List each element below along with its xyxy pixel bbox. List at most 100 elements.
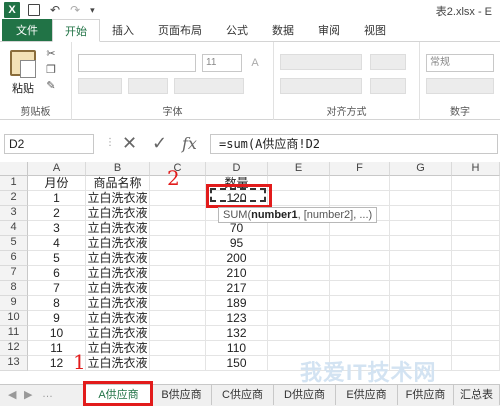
cell-e12[interactable] xyxy=(268,341,330,356)
cell-h2[interactable] xyxy=(452,191,500,206)
redo-icon[interactable]: ↷ xyxy=(70,3,80,17)
vertical-align-buttons[interactable] xyxy=(280,54,362,70)
sheet-tab-d[interactable]: D供应商 xyxy=(274,385,336,405)
cell-a10[interactable]: 9 xyxy=(28,311,86,326)
cell-b1[interactable]: 商品名称 xyxy=(86,176,150,191)
cell-g6[interactable] xyxy=(390,251,452,266)
column-header-h[interactable]: H xyxy=(452,162,500,176)
cell-e7[interactable] xyxy=(268,266,330,281)
cell-c13[interactable] xyxy=(150,356,206,371)
cell-e8[interactable] xyxy=(268,281,330,296)
cancel-icon[interactable]: ✕ xyxy=(122,133,137,154)
cell-e4[interactable] xyxy=(268,221,330,236)
row-header[interactable]: 13 xyxy=(0,356,28,371)
cell-a1[interactable]: 月份 xyxy=(28,176,86,191)
cell-e2[interactable] xyxy=(268,191,330,206)
cell-d10[interactable]: 123 xyxy=(206,311,268,326)
paste-icon[interactable] xyxy=(10,50,36,78)
tab-home[interactable]: 开始 xyxy=(52,19,100,42)
cell-b12[interactable]: 立白洗衣液 xyxy=(86,341,150,356)
tab-page-layout[interactable]: 页面布局 xyxy=(146,19,214,41)
cell-f1[interactable] xyxy=(330,176,390,191)
select-all-corner[interactable] xyxy=(0,162,28,176)
row-header[interactable]: 2 xyxy=(0,191,28,206)
cell-a7[interactable]: 6 xyxy=(28,266,86,281)
row-header[interactable]: 1 xyxy=(0,176,28,191)
tab-review[interactable]: 审阅 xyxy=(306,19,352,41)
cell-f2[interactable] xyxy=(330,191,390,206)
cell-d13[interactable]: 150 xyxy=(206,356,268,371)
function-tooltip[interactable]: SUM(number1, [number2], ...) xyxy=(218,207,378,223)
cell-f10[interactable] xyxy=(330,311,390,326)
cell-h10[interactable] xyxy=(452,311,500,326)
cell-h7[interactable] xyxy=(452,266,500,281)
cell-g10[interactable] xyxy=(390,311,452,326)
cell-d6[interactable]: 200 xyxy=(206,251,268,266)
cell-f6[interactable] xyxy=(330,251,390,266)
cell-d5[interactable]: 95 xyxy=(206,236,268,251)
column-header-f[interactable]: F xyxy=(330,162,390,176)
tab-view[interactable]: 视图 xyxy=(352,19,398,41)
cut-icon[interactable]: ✂ xyxy=(44,48,58,60)
cell-h1[interactable] xyxy=(452,176,500,191)
customize-qat-icon[interactable]: ▾ xyxy=(90,5,95,16)
cell-h3[interactable] xyxy=(452,206,500,221)
cell-d9[interactable]: 189 xyxy=(206,296,268,311)
sheet-tab-f[interactable]: F供应商 xyxy=(398,385,454,405)
cell-e1[interactable] xyxy=(268,176,330,191)
bold-italic-underline[interactable] xyxy=(78,78,122,94)
cell-b4[interactable]: 立白洗衣液 xyxy=(86,221,150,236)
cell-d7[interactable]: 210 xyxy=(206,266,268,281)
cell-c10[interactable] xyxy=(150,311,206,326)
formula-input[interactable]: =sum(A供应商!D2 xyxy=(210,134,498,154)
row-header[interactable]: 11 xyxy=(0,326,28,341)
cell-c3[interactable] xyxy=(150,206,206,221)
row-header[interactable]: 12 xyxy=(0,341,28,356)
cell-c7[interactable] xyxy=(150,266,206,281)
row-header[interactable]: 5 xyxy=(0,236,28,251)
cell-a8[interactable]: 7 xyxy=(28,281,86,296)
save-icon[interactable] xyxy=(28,4,40,16)
insert-function-icon[interactable]: fx xyxy=(182,134,197,153)
cell-c9[interactable] xyxy=(150,296,206,311)
sheet-nav-prev-icon[interactable]: ◀ xyxy=(8,388,16,401)
row-header[interactable]: 6 xyxy=(0,251,28,266)
cell-c6[interactable] xyxy=(150,251,206,266)
cell-f5[interactable] xyxy=(330,236,390,251)
tab-insert[interactable]: 插入 xyxy=(100,19,146,41)
cell-b5[interactable]: 立白洗衣液 xyxy=(86,236,150,251)
cell-g12[interactable] xyxy=(390,341,452,356)
font-size-combo[interactable]: 11 xyxy=(202,54,242,72)
cell-h11[interactable] xyxy=(452,326,500,341)
cell-h12[interactable] xyxy=(452,341,500,356)
column-header-d[interactable]: D xyxy=(206,162,268,176)
tab-formulas[interactable]: 公式 xyxy=(214,19,260,41)
cell-e10[interactable] xyxy=(268,311,330,326)
cell-b9[interactable]: 立白洗衣液 xyxy=(86,296,150,311)
merge-button[interactable] xyxy=(370,78,406,94)
cell-f8[interactable] xyxy=(330,281,390,296)
column-header-e[interactable]: E xyxy=(268,162,330,176)
undo-icon[interactable]: ↶ xyxy=(50,3,60,17)
cell-g7[interactable] xyxy=(390,266,452,281)
copy-icon[interactable]: ❐ xyxy=(44,64,58,76)
cell-f4[interactable] xyxy=(330,221,390,236)
cell-g5[interactable] xyxy=(390,236,452,251)
horizontal-align-buttons[interactable] xyxy=(280,78,362,94)
enter-icon[interactable]: ✓ xyxy=(152,133,167,154)
cell-c5[interactable] xyxy=(150,236,206,251)
cell-e5[interactable] xyxy=(268,236,330,251)
cell-g8[interactable] xyxy=(390,281,452,296)
cell-a3[interactable]: 2 xyxy=(28,206,86,221)
cell-c4[interactable] xyxy=(150,221,206,236)
sheet-tab-e[interactable]: E供应商 xyxy=(336,385,398,405)
cell-d8[interactable]: 217 xyxy=(206,281,268,296)
cell-d11[interactable]: 132 xyxy=(206,326,268,341)
cell-c11[interactable] xyxy=(150,326,206,341)
row-header[interactable]: 10 xyxy=(0,311,28,326)
cell-a6[interactable]: 5 xyxy=(28,251,86,266)
sheet-tab-c[interactable]: C供应商 xyxy=(212,385,274,405)
name-box[interactable]: D2 xyxy=(4,134,94,154)
cell-f12[interactable] xyxy=(330,341,390,356)
cell-b13[interactable]: 立白洗衣液 xyxy=(86,356,150,371)
